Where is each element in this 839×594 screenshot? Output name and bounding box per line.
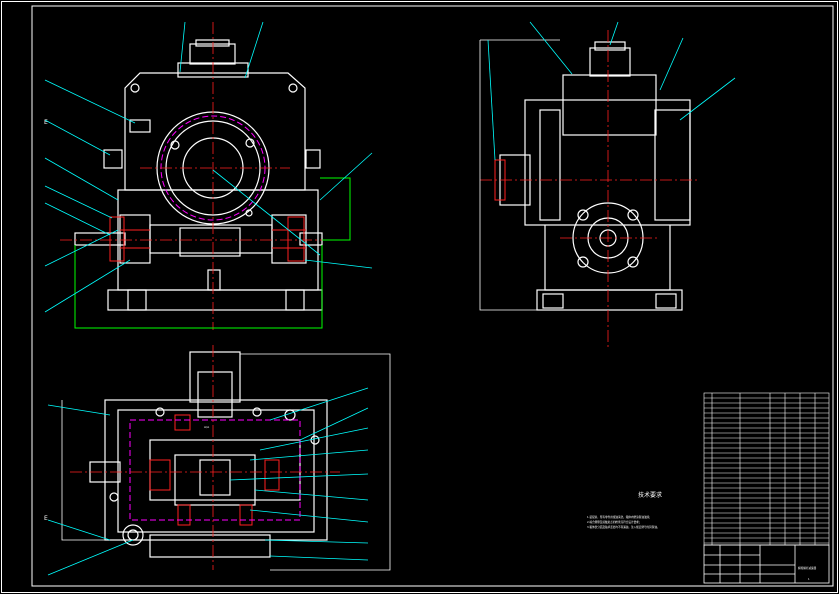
note-line-1: 1.装配前，所有零件用煤油清洗，箱体内壁涂耐油油漆； [587,515,652,519]
front-view-leaders [44,21,373,313]
title-block-sheet: 1 [808,577,810,581]
front-view-centerlines [60,22,335,330]
top-view-hatching [149,414,280,526]
parts-list-frame [703,392,830,546]
side-view-centerlines [480,30,700,350]
front-view-marker: E [44,119,48,126]
top-view-marker: E [44,515,48,522]
technical-notes: 技术要求 1.装配前，所有零件用煤油清洗，箱体内壁涂耐油油漆； 2.啮合侧隙及接… [587,491,662,529]
parts-list [703,392,830,546]
top-view [89,351,328,558]
front-view [74,39,323,311]
side-view [499,41,691,311]
title-block [703,544,830,584]
notes-heading: 技术要求 [638,491,662,499]
title-block-title: 蜗轮蜗杆减速器 [798,566,817,570]
side-view-dimensions [479,39,560,311]
note-line-3: 3.箱体剖分面及轴承盖处均不得漏油，注入规定牌号的润滑油。 [587,525,660,529]
cad-drawing-canvas: E E A/A 技术要求 1.装配前，所有零件用煤油清洗，箱体内壁涂耐油油漆； … [1,1,838,593]
note-line-2: 2.啮合侧隙及接触斑点的检查应符合设计要求； [587,520,641,524]
section-label: A/A [204,425,210,429]
drawing-border [31,5,834,587]
